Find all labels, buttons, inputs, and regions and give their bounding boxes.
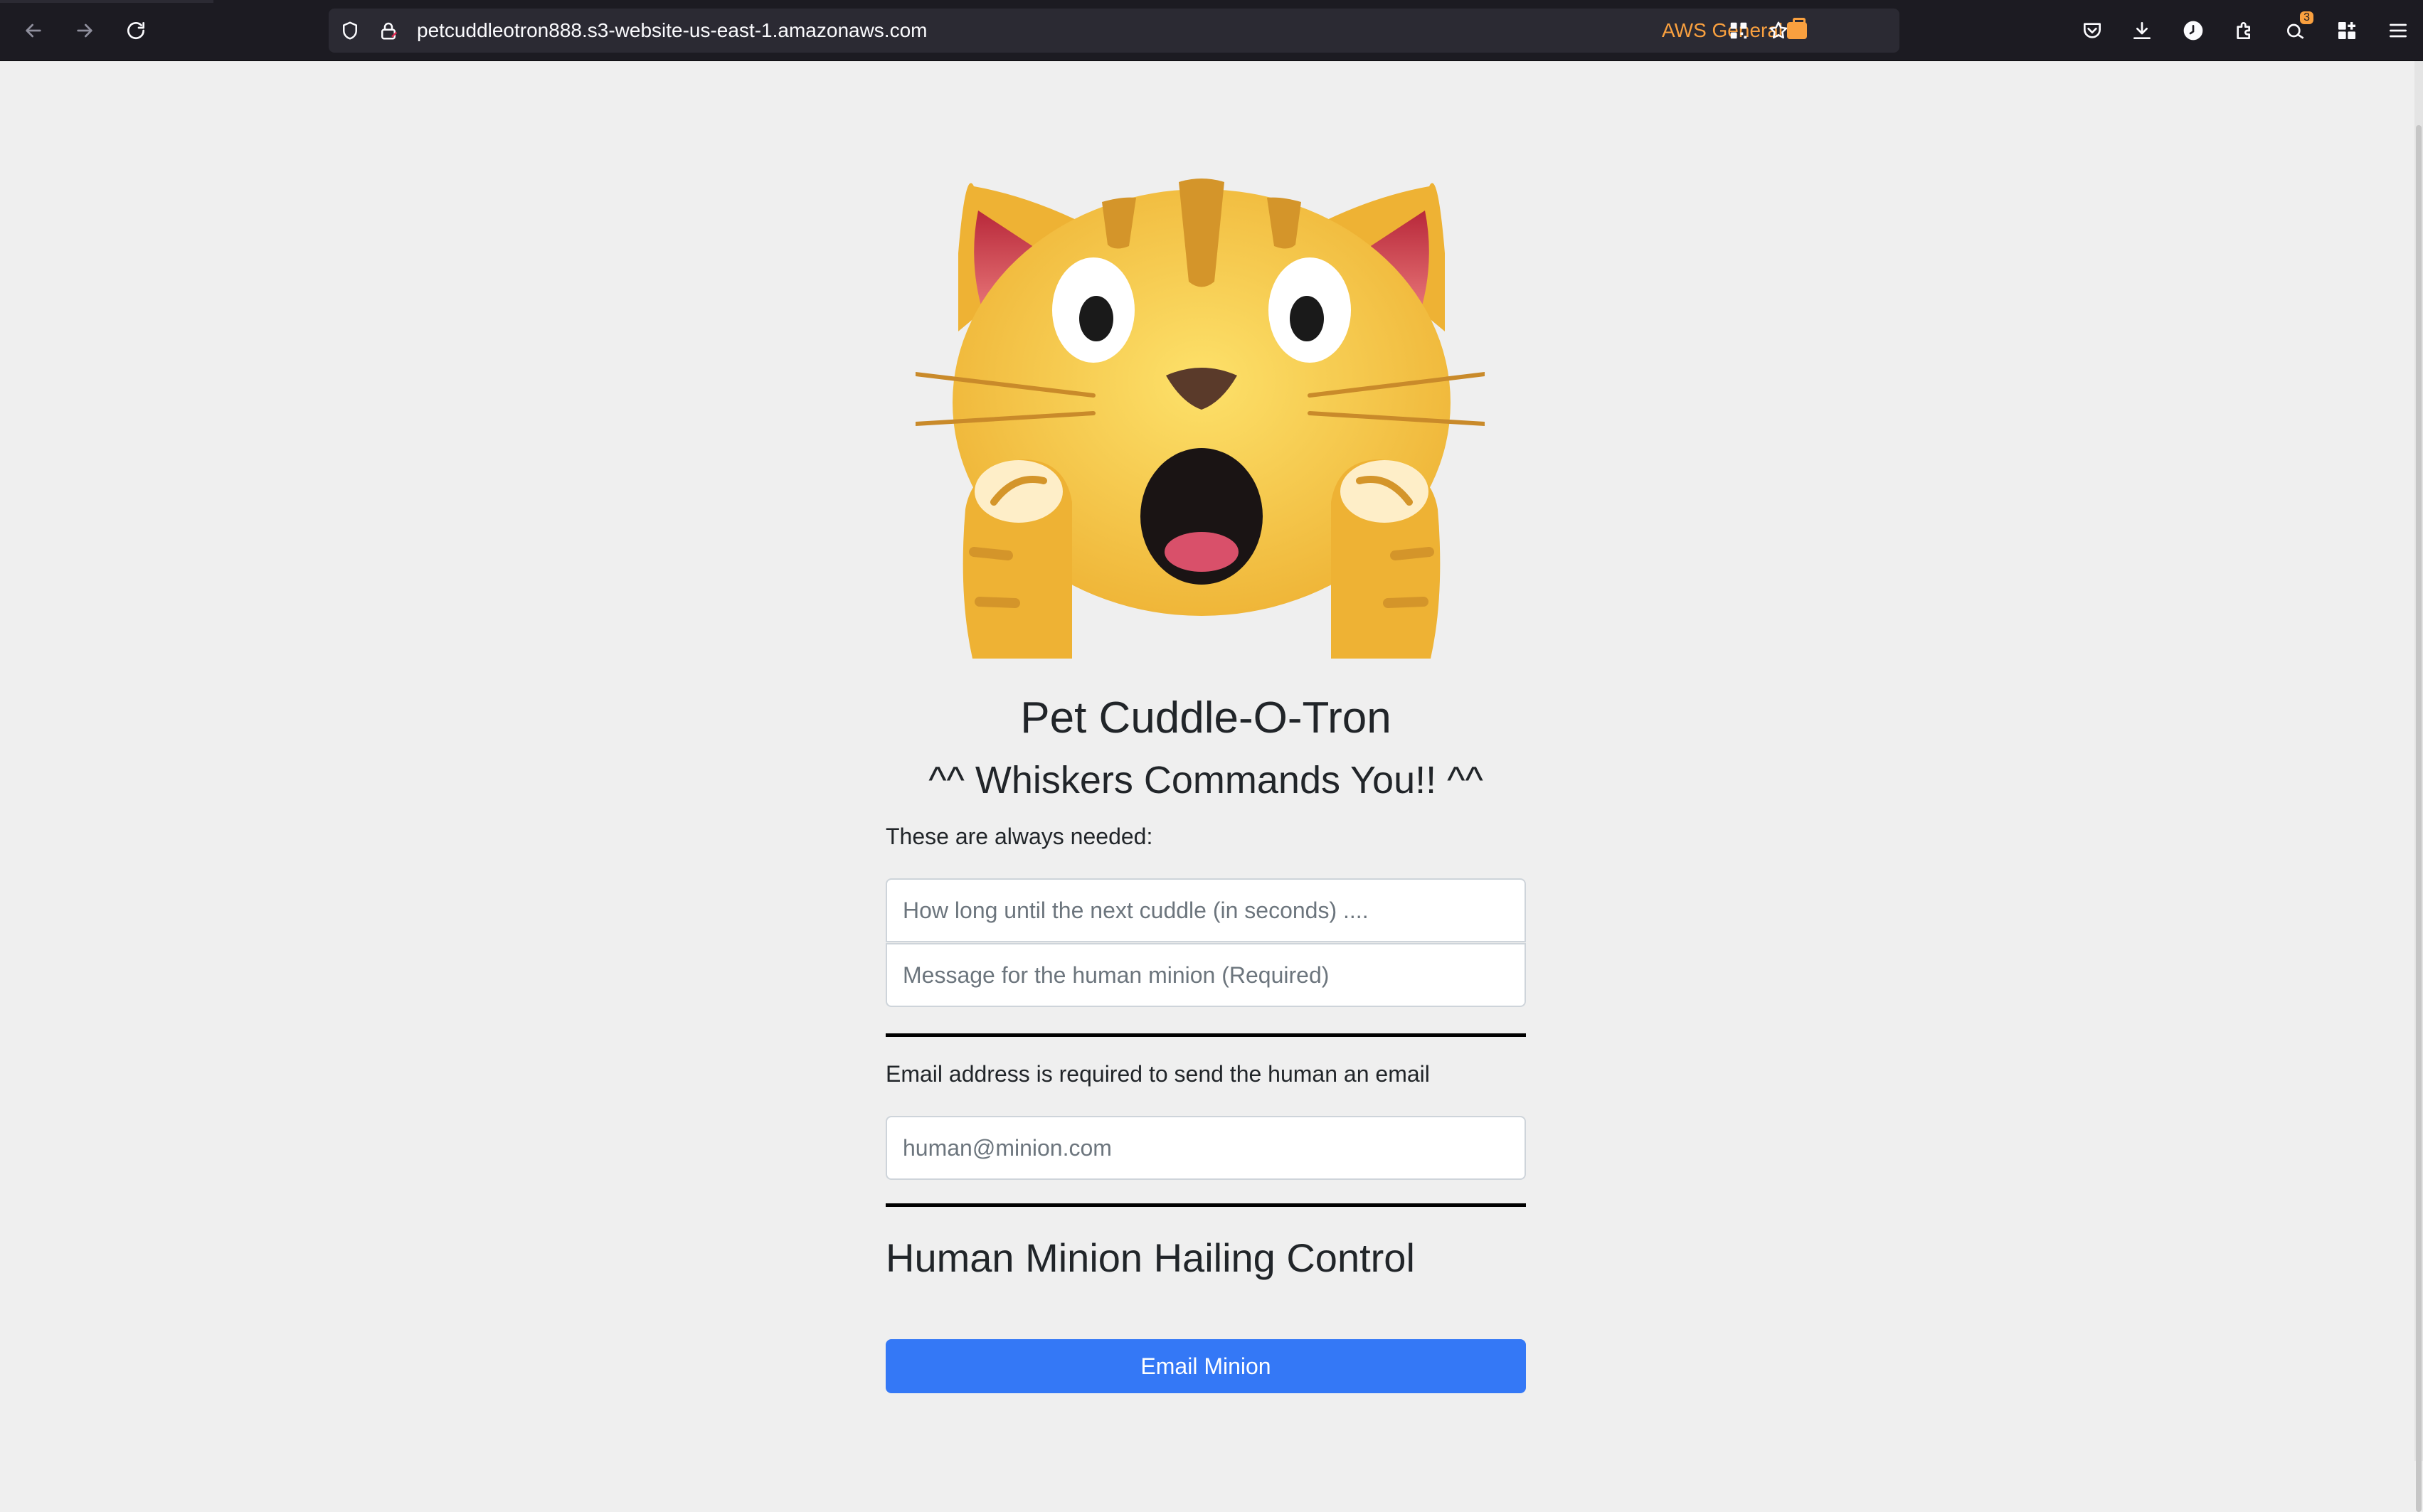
hamburger-menu-icon[interactable] <box>2382 14 2414 47</box>
scrollbar-thumb[interactable] <box>2416 125 2422 1512</box>
pocket-icon[interactable] <box>2076 14 2109 47</box>
scared-cat-image <box>913 168 1487 659</box>
tracking-shield-icon[interactable] <box>339 19 361 42</box>
download-icon[interactable] <box>2126 14 2158 47</box>
container-label: AWS General <box>1662 19 1783 41</box>
reload-icon[interactable] <box>120 14 152 47</box>
extension-badge-icon[interactable]: 3 <box>2279 11 2313 47</box>
hailing-control-heading: Human Minion Hailing Control <box>886 1235 1415 1280</box>
browser-toolbar: petcuddleotron888.s3-website-us-east-1.a… <box>0 0 2423 61</box>
email-label: Email address is required to send the hu… <box>886 1061 1430 1087</box>
extension-badge-count: 3 <box>2300 11 2313 24</box>
address-bar[interactable]: petcuddleotron888.s3-website-us-east-1.a… <box>329 9 1899 53</box>
page-viewport: Pet Cuddle-O-Tron ^^ Whiskers Commands Y… <box>0 61 2414 1461</box>
section-divider <box>886 1203 1526 1207</box>
account-icon[interactable] <box>2177 14 2210 47</box>
url-text[interactable]: petcuddleotron888.s3-website-us-east-1.a… <box>417 18 928 43</box>
message-input[interactable] <box>886 943 1526 1007</box>
active-tab-strip <box>0 0 213 3</box>
briefcase-icon <box>1787 18 1808 39</box>
puzzle-icon[interactable] <box>2228 14 2261 47</box>
email-input[interactable] <box>886 1116 1526 1180</box>
page-subtitle: ^^ Whiskers Commands You!! ^^ <box>928 759 1483 802</box>
email-minion-button[interactable]: Email Minion <box>886 1339 1526 1393</box>
section-divider <box>886 1033 1526 1037</box>
back-arrow-icon[interactable] <box>17 14 50 47</box>
scared-cat-icon <box>913 179 1487 659</box>
addons-grid-icon[interactable] <box>2331 14 2363 47</box>
qr-code-icon[interactable] <box>1727 19 1750 42</box>
cuddle-delay-input[interactable] <box>886 878 1526 942</box>
always-needed-label: These are always needed: <box>886 824 1153 849</box>
forward-arrow-icon[interactable] <box>68 14 101 47</box>
star-icon[interactable] <box>1767 19 1790 42</box>
lock-icon[interactable] <box>377 19 400 42</box>
scrollbar[interactable] <box>2414 61 2423 1512</box>
page-title: Pet Cuddle-O-Tron <box>1020 693 1391 742</box>
